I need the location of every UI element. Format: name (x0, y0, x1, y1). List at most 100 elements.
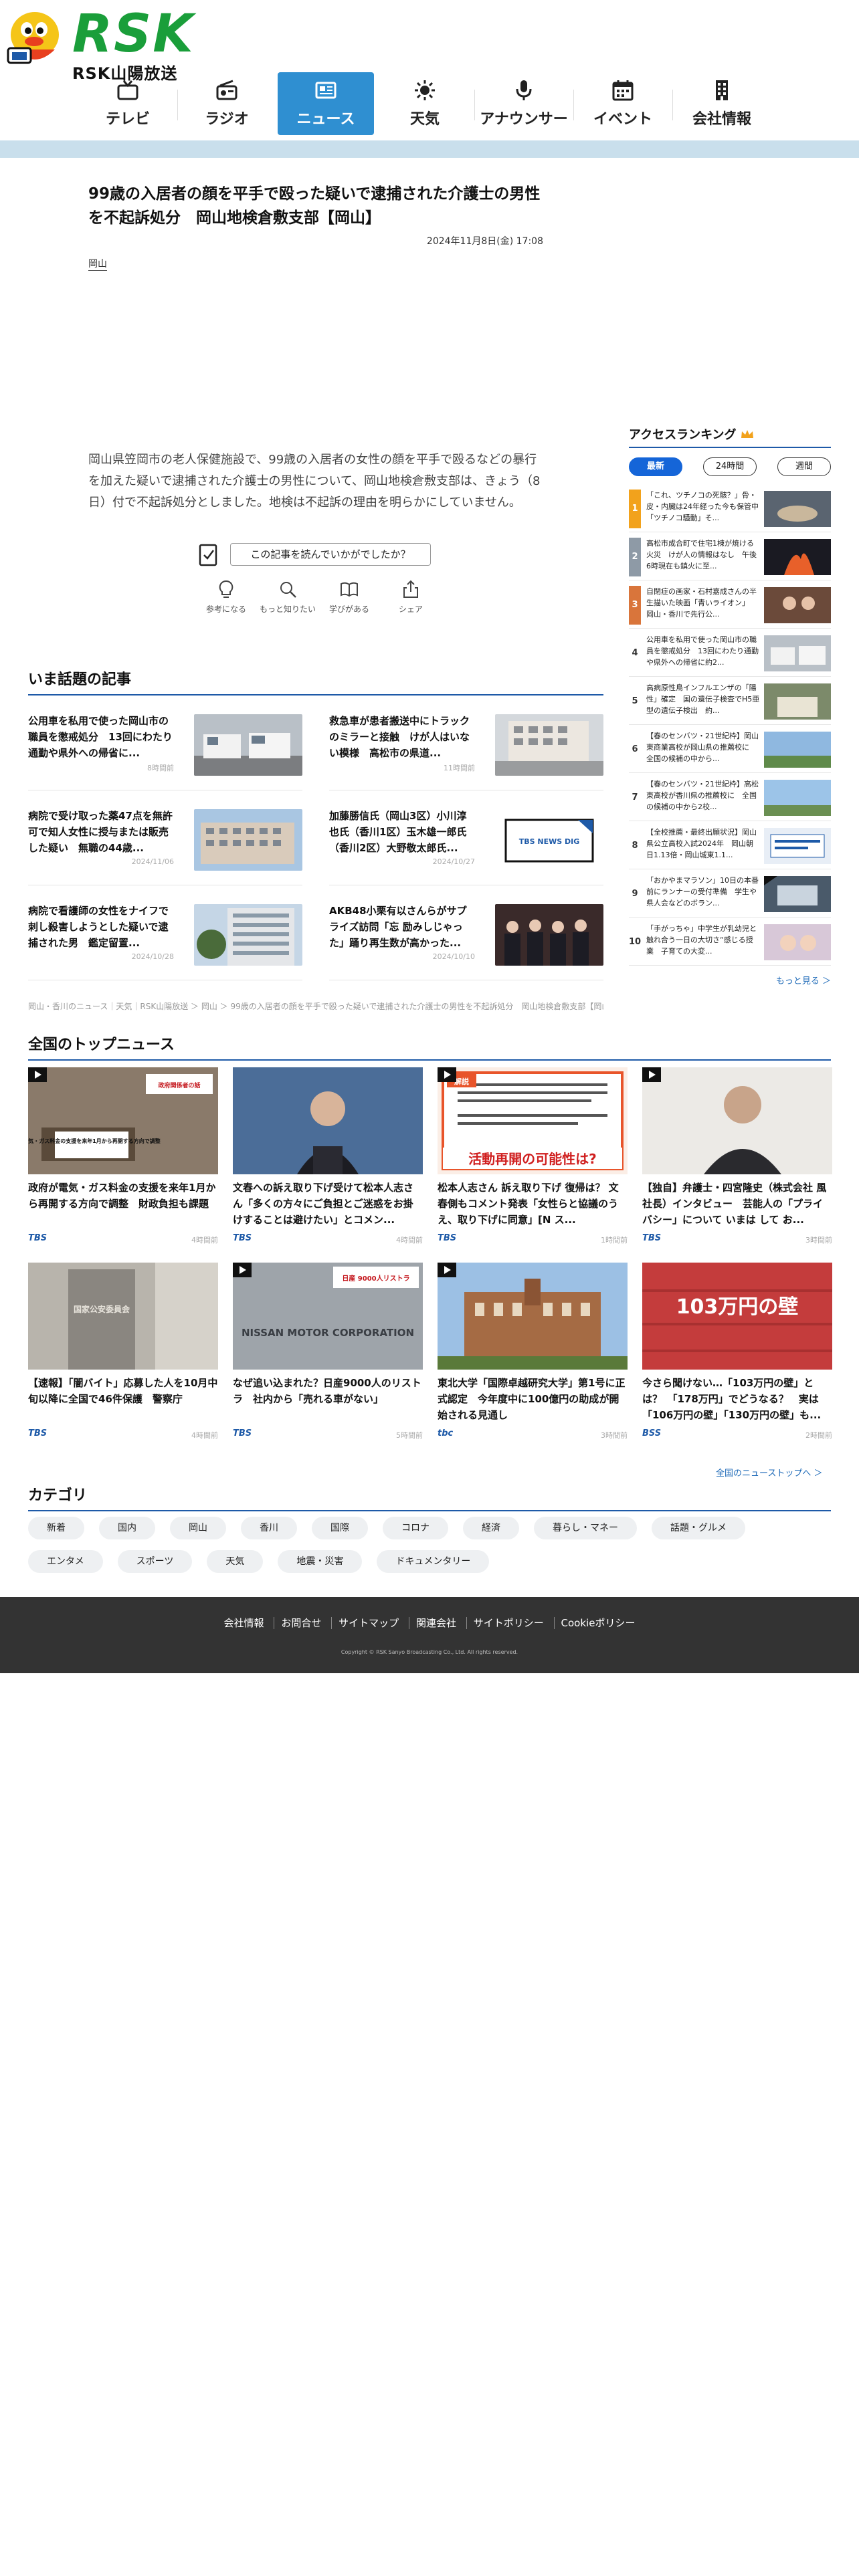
trending-card-date: 11時間前 (444, 764, 475, 772)
ranking-tab-latest[interactable]: 最新 (629, 457, 682, 476)
ranking-item[interactable]: 4 公用車を私用で使った岡山市の職員を懲戒処分 13回にわたり通勤や県外への帰省… (629, 629, 831, 677)
trending-title: いま話題の記事 (28, 667, 603, 695)
national-news-thumbnail: NISSAN MOTOR CORPORATION 日産 9000人リストラ (233, 1263, 423, 1370)
svg-text:TBS NEWS DIG: TBS NEWS DIG (519, 837, 580, 846)
trending-card[interactable]: 公用車を私用で使った岡山市の職員を懲戒処分 13回にわたり通勤や県外への帰省に.… (28, 701, 302, 790)
trending-card[interactable]: 病院で看護師の女性をナイフで刺し殺害しようとした疑いで逮捕された男 鑑定留置..… (28, 891, 302, 980)
ranking-item-thumbnail (764, 587, 831, 623)
ranking-item[interactable]: 9 「おかやまマラソン」10日の本番前にランナーの受付準備 学生や県人会などのボ… (629, 869, 831, 918)
category-chip[interactable]: エンタメ (28, 1550, 103, 1573)
category-chip[interactable]: ドキュメンタリー (377, 1550, 490, 1573)
footer-link-sitemap[interactable]: サイトマップ (331, 1617, 406, 1629)
category-chip[interactable]: 暮らし・マネー (534, 1517, 637, 1539)
nav-news[interactable]: ニュース (278, 72, 374, 135)
national-news-thumbnail (438, 1263, 628, 1370)
national-news-card[interactable]: 【独自】弁護士・四宮隆史（株式会社 風 社長）インタビュー 芸能人の「プライバシ… (642, 1067, 832, 1249)
nav-tv[interactable]: テレビ (78, 72, 177, 135)
ranking-number: 10 (629, 937, 642, 947)
news-source: TBS (642, 1233, 662, 1243)
national-news-card[interactable]: 文春への訴え取り下げ受けて松本人志さん「多くの方々にご負担とご迷惑をお掛けするこ… (233, 1067, 423, 1249)
breadcrumb[interactable]: 岡山・香川のニュース｜天気｜RSK山陽放送 ＞ 岡山 ＞ 99歳の入居者の顔を平… (28, 1000, 603, 1012)
category-header: カテゴリ (28, 1483, 831, 1511)
category-chip[interactable]: 国内 (99, 1517, 155, 1539)
category-chip[interactable]: コロナ (383, 1517, 448, 1539)
nav-weather[interactable]: 天気 (375, 72, 474, 135)
national-news-thumbnail (233, 1067, 423, 1174)
microphone-icon (516, 80, 532, 100)
national-news-card-date: 4時間前 (191, 1236, 218, 1245)
category-chip[interactable]: 話題・グルメ (652, 1517, 745, 1539)
feedback-icon (199, 544, 217, 566)
national-news-card[interactable]: 電気・ガス料金の支援を来年1月から再開する方向で調整 政府関係者の話 政府が電気・… (28, 1067, 218, 1249)
ranking-more-link[interactable]: もっと見る ＞ (629, 974, 831, 986)
crown-icon (741, 430, 753, 438)
footer-link-company[interactable]: 会社情報 (217, 1617, 271, 1629)
category-chip[interactable]: 経済 (463, 1517, 519, 1539)
footer-link-related[interactable]: 関連会社 (408, 1617, 463, 1629)
ranking-item-thumbnail (764, 635, 831, 671)
play-icon (642, 1067, 661, 1082)
category-chip[interactable]: 香川 (241, 1517, 297, 1539)
national-news-more-link[interactable]: 全国のニューストップへ ＞ (716, 1466, 822, 1479)
trending-card-thumbnail (495, 714, 603, 776)
play-icon (233, 1263, 252, 1277)
react-share[interactable]: シェア (383, 579, 439, 615)
article-tag[interactable]: 岡山 (88, 257, 107, 271)
copyright: Copyright © RSK Sanyo Broadcasting Co., … (341, 1649, 518, 1655)
category-chip[interactable]: 岡山 (170, 1517, 226, 1539)
global-nav: テレビ ラジオ ニュース 天気 アナウンサー イベント 会社情報 (78, 72, 774, 135)
thumb-overlay-text: NISSAN MOTOR CORPORATION (242, 1327, 414, 1339)
trending-card-date: 2024/10/28 (131, 952, 174, 961)
thumb-overlay-text: 電気・ガス料金の支援を来年1月から再開する方向で調整 (28, 1138, 161, 1144)
trending-card[interactable]: AKB48小栗有以さんらがサプライズ訪問「忘 励みしじゃった」踊り再生数が高かっ… (329, 891, 603, 980)
ranking-number: 1 (629, 490, 641, 528)
category-chip[interactable]: 天気 (207, 1550, 264, 1573)
nav-radio[interactable]: ラジオ (177, 72, 276, 135)
ranking-item[interactable]: 3 自閉症の画家・石村嘉成さんの半生描いた映画「青いライオン」 岡山・香川で先行… (629, 580, 831, 629)
national-news-header: 全国のトップニュース (28, 1033, 831, 1061)
ranking-item-thumbnail (764, 924, 831, 960)
trending-card[interactable]: 加藤勝信氏（岡山3区）小川淳也氏（香川1区）玉木雄一郎氏（香川2区）大野敬太郎氏… (329, 796, 603, 885)
national-news-card[interactable]: 東北大学「国際卓越研究大学」第1号に正式認定 今年度中に100億円の助成が開始さ… (438, 1263, 628, 1444)
ranking-item[interactable]: 5 高病原性鳥インフルエンザの「陽性」確定 国の遺伝子検査でH5亜型の遺伝子検出… (629, 677, 831, 725)
ranking-tab-weekly[interactable]: 週間 (777, 457, 831, 476)
ranking-item[interactable]: 8 【全校推薦・最終出願状況】岡山県公立高校入試2024年 岡山朝日1.13倍・… (629, 821, 831, 869)
trending-card[interactable]: 救急車が患者搬送中にトラックのミラーと接触 けが人はいない模様 高松市の県道..… (329, 701, 603, 790)
react-helpful[interactable]: 参考になる (198, 579, 254, 615)
mascot-logo-icon[interactable] (1, 3, 68, 70)
nav-event[interactable]: イベント (573, 72, 672, 135)
feedback-button[interactable]: この記事を読んでいかがでしたか？ (230, 543, 431, 566)
ranking-item[interactable]: 6 【春のセンバツ・21世紀枠】岡山東商業高校が岡山県の推薦校に 全国の候補の中… (629, 725, 831, 773)
ranking-item-title: 高松市成合町で住宅1棟が焼ける火災 けが人の情報はなし 午後6時現在も鎮火に至.… (646, 539, 757, 570)
national-news-card-title: 政府が電気・ガス料金の支援を来年1月から再開する方向で調整 財政負担も課題 (28, 1182, 216, 1210)
ranking-item[interactable]: 10 「手がっちゃ」中学生が乳幼児と触れ合う一日の大切さ“感じる授業 子育ての大… (629, 918, 831, 966)
ranking-item-thumbnail (764, 780, 831, 816)
ranking-item[interactable]: 1 「これ、ツチノコの死骸？」骨・皮・内臓は24年経った今も保管中「ツチノコ騒動… (629, 484, 831, 532)
nav-company[interactable]: 会社情報 (672, 72, 771, 135)
footer-link-policy[interactable]: サイトポリシー (466, 1617, 551, 1629)
access-ranking: アクセスランキング 最新 24時間 週間 1 「これ、ツチノコの死骸？」骨・皮・… (629, 425, 831, 986)
ranking-tab-24h[interactable]: 24時間 (703, 457, 757, 476)
national-news-card[interactable]: 国家公安委員会 【速報】「闇バイト」応募した人を10月中旬以降に全国で46件保護… (28, 1263, 218, 1444)
nav-weather-label: 天気 (409, 111, 440, 128)
national-news-card[interactable]: 活動再開の可能性は? 解説 松本人志さん 訴え取り下げ 復帰は？ 文春側もコメント… (438, 1067, 628, 1249)
ranking-item[interactable]: 2 高松市成合町で住宅1棟が焼ける火災 けが人の情報はなし 午後6時現在も鎮火に… (629, 532, 831, 580)
category-chip[interactable]: 国際 (312, 1517, 368, 1539)
ranking-item-title: 高病原性鳥インフルエンザの「陽性」確定 国の遺伝子検査でH5亜型の遺伝子検出 約… (646, 683, 760, 715)
category-chip[interactable]: 地震・災害 (278, 1550, 363, 1573)
ranking-number: 7 (632, 792, 638, 802)
national-news-card-title: なぜ追い込まれた？日産9000人のリストラ 社内から「売れる車がない」 (233, 1377, 421, 1405)
category-chip[interactable]: 新着 (28, 1517, 84, 1539)
trending-card[interactable]: 病院で受け取った薬47点を無許可で知人女性に授与または販売した疑い 無職の44歳… (28, 796, 302, 885)
national-news-card[interactable]: 103万円の壁 今さら聞けない…「103万円の壁」とは？ 「178万円」でどうな… (642, 1263, 832, 1444)
national-news-card-date: 5時間前 (396, 1431, 423, 1440)
react-more[interactable]: もっと知りたい (260, 579, 316, 615)
trending-card-title: 病院で看護師の女性をナイフで刺し殺害しようとした疑いで逮捕された男 鑑定留置..… (28, 905, 169, 949)
react-learn[interactable]: 学びがある (321, 579, 377, 615)
footer-link-contact[interactable]: お問合せ (274, 1617, 328, 1629)
nav-announcer[interactable]: アナウンサー (474, 72, 573, 135)
category-chip[interactable]: スポーツ (117, 1550, 193, 1573)
footer-link-cookie[interactable]: Cookieポリシー (553, 1617, 642, 1629)
ranking-item[interactable]: 7 【春のセンバツ・21世紀枠】高松東高校が香川県の推薦校に 全国の候補の中から… (629, 773, 831, 821)
national-news-card[interactable]: NISSAN MOTOR CORPORATION 日産 9000人リストラ なぜ追… (233, 1263, 423, 1444)
